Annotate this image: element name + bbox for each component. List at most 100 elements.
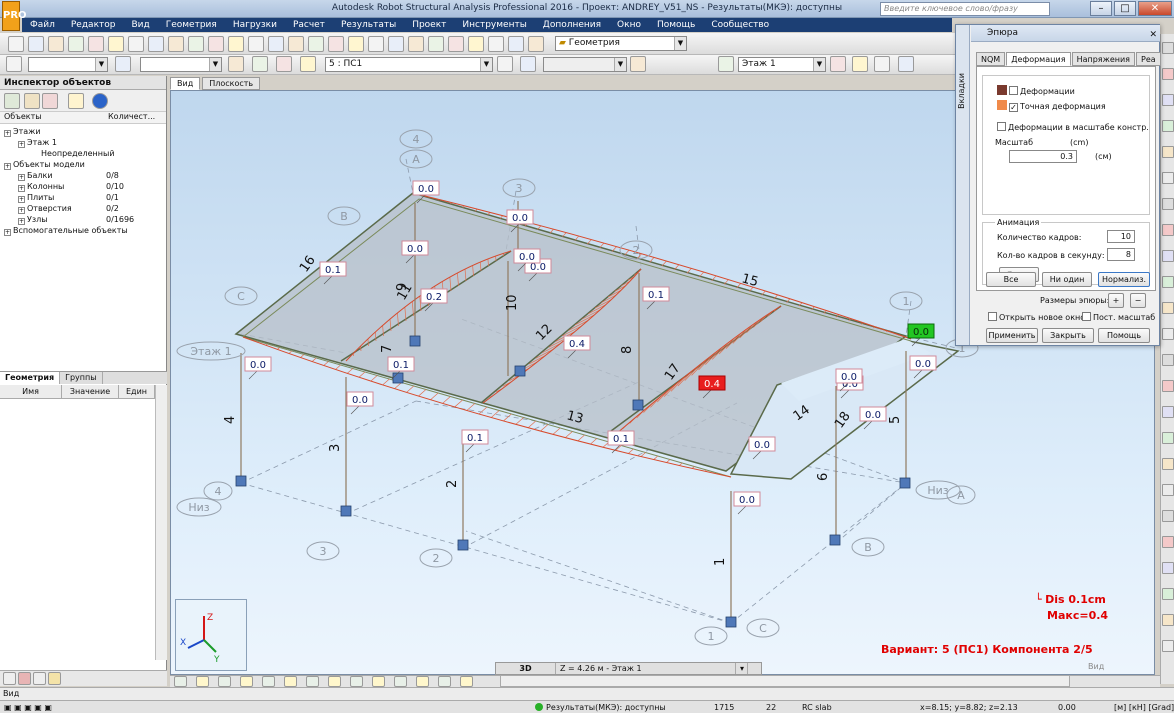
- close-dialog-button[interactable]: Закрыть: [1042, 328, 1094, 343]
- const-scale-checkbox[interactable]: [1082, 312, 1091, 321]
- filter-icon[interactable]: [4, 93, 20, 109]
- menu-item[interactable]: Проект: [404, 18, 454, 32]
- clear-filter-icon[interactable]: [42, 93, 58, 109]
- tree-item[interactable]: + Плиты 0/1: [0, 192, 166, 203]
- tab-reactions[interactable]: Реа: [1136, 52, 1161, 66]
- toolbar-button-icon[interactable]: [718, 56, 734, 72]
- toolbar-button-icon[interactable]: [348, 36, 364, 52]
- fps-input[interactable]: 8: [1107, 248, 1135, 261]
- tool-icon[interactable]: [1162, 146, 1174, 158]
- toolbar-button-icon[interactable]: [308, 36, 324, 52]
- toolbar-button-icon[interactable]: [630, 56, 646, 72]
- chevron-down-icon[interactable]: ▼: [95, 58, 107, 71]
- tool-icon[interactable]: [1162, 354, 1174, 366]
- toolbar-button-icon[interactable]: [852, 56, 868, 72]
- toolbar-button-icon[interactable]: [228, 56, 244, 72]
- tab-stresses[interactable]: Напряжения: [1071, 52, 1135, 66]
- toolbar-button-icon[interactable]: [88, 36, 104, 52]
- deformation-checkbox[interactable]: [1009, 86, 1018, 95]
- exact-deformation-checkbox[interactable]: ✓: [1009, 103, 1018, 112]
- menu-item[interactable]: Сообщество: [703, 18, 777, 32]
- value-label[interactable]: 0.0: [859, 406, 887, 430]
- toolbar-button-icon[interactable]: [148, 36, 164, 52]
- tree-item[interactable]: + Этажи: [0, 126, 166, 137]
- tab-plane[interactable]: Плоскость: [202, 77, 261, 90]
- chevron-down-icon[interactable]: ▼: [209, 58, 221, 71]
- expand-icon[interactable]: +: [4, 130, 11, 137]
- frames-input[interactable]: 10: [1107, 230, 1135, 243]
- menu-item[interactable]: Дополнения: [535, 18, 609, 32]
- tool-icon[interactable]: [1162, 94, 1174, 106]
- horizontal-scrollbar[interactable]: [500, 675, 1070, 687]
- menu-item[interactable]: Помощь: [649, 18, 703, 32]
- view-tool-icon[interactable]: [350, 676, 363, 687]
- toolbar-button-icon[interactable]: [328, 36, 344, 52]
- tree-item[interactable]: + Балки 0/8: [0, 170, 166, 181]
- tool-icon[interactable]: [1162, 614, 1174, 626]
- tree-item[interactable]: + Узлы 0/1696: [0, 214, 166, 225]
- all-button[interactable]: Все: [986, 272, 1036, 287]
- toolbar-button-icon[interactable]: [898, 56, 914, 72]
- view-tool-icon[interactable]: [372, 676, 385, 687]
- apply-button[interactable]: Применить: [986, 328, 1038, 343]
- maximize-button[interactable]: □: [1114, 1, 1136, 16]
- toolbar-button-icon[interactable]: [428, 36, 444, 52]
- value-label[interactable]: 0.0: [244, 356, 272, 380]
- color-swatch[interactable]: [997, 100, 1007, 110]
- toolbar-button-icon[interactable]: [252, 56, 268, 72]
- tool-icon[interactable]: [1162, 406, 1174, 418]
- chevron-down-icon[interactable]: ▼: [813, 58, 825, 71]
- color-swatch[interactable]: [997, 85, 1007, 95]
- tool-icon[interactable]: [1162, 458, 1174, 470]
- load-case-combo[interactable]: 5 : ПС1 ▼: [325, 57, 493, 72]
- toolbar-button-icon[interactable]: [520, 56, 536, 72]
- tool-icon[interactable]: [1162, 562, 1174, 574]
- view-mode[interactable]: 3D: [496, 663, 556, 674]
- toolbar-button-icon[interactable]: [248, 36, 264, 52]
- toolbar-button-icon[interactable]: [115, 56, 131, 72]
- expand-icon[interactable]: +: [18, 185, 25, 192]
- menu-item[interactable]: Результаты: [333, 18, 404, 32]
- toolbar-button-icon[interactable]: [268, 36, 284, 52]
- close-icon[interactable]: ✕: [1149, 27, 1157, 43]
- view-tool-icon[interactable]: [240, 676, 253, 687]
- normalize-button[interactable]: Нормализ.: [1098, 272, 1150, 287]
- expand-icon[interactable]: +: [4, 163, 11, 170]
- app-logo[interactable]: PRO: [2, 1, 27, 31]
- view-tool-icon[interactable]: [438, 676, 451, 687]
- toolbar-button-icon[interactable]: [300, 56, 316, 72]
- toolbar-button-icon[interactable]: [188, 36, 204, 52]
- tree-item[interactable]: + Колонны 0/10: [0, 181, 166, 192]
- expand-icon[interactable]: +: [18, 218, 25, 225]
- tool-icon[interactable]: [1162, 42, 1174, 54]
- tabs-sidebar[interactable]: Вкладки: [956, 25, 970, 345]
- tool-icon[interactable]: [1162, 276, 1174, 288]
- chevron-down-icon[interactable]: ▼: [480, 58, 492, 71]
- tab-geometry[interactable]: Геометрия: [0, 372, 61, 384]
- tree-item[interactable]: + Вспомогательные объекты: [0, 225, 166, 236]
- properties-scrollbar[interactable]: [155, 385, 167, 660]
- tree-item[interactable]: + Отверстия 0/2: [0, 203, 166, 214]
- menu-item[interactable]: Расчет: [285, 18, 333, 32]
- scale-input[interactable]: 0.3: [1009, 150, 1077, 163]
- menu-item[interactable]: Редактор: [63, 18, 124, 32]
- funnel-icon[interactable]: [24, 93, 40, 109]
- toolbar-button-icon[interactable]: [48, 36, 64, 52]
- tab-groups[interactable]: Группы: [60, 372, 103, 384]
- view-tool-icon[interactable]: [394, 676, 407, 687]
- units[interactable]: [м] [кН] [Grad]: [1114, 702, 1174, 713]
- value-label[interactable]: 0.1: [461, 429, 489, 453]
- toolbar-button-icon[interactable]: [8, 36, 24, 52]
- tree-item[interactable]: Неопределенный: [0, 148, 166, 159]
- tree-item[interactable]: + Этаж 1: [0, 137, 166, 148]
- tool-icon[interactable]: [1162, 510, 1174, 522]
- help-icon[interactable]: [92, 93, 108, 109]
- size-decrease-button[interactable]: −: [1130, 293, 1146, 308]
- view-tool-icon[interactable]: [196, 676, 209, 687]
- toolbar-button-icon[interactable]: [128, 36, 144, 52]
- tool-icon[interactable]: [1162, 484, 1174, 496]
- expand-icon[interactable]: +: [4, 229, 11, 236]
- menu-item[interactable]: Окно: [609, 18, 649, 32]
- value-label[interactable]: 0.0: [346, 391, 374, 415]
- chevron-down-icon[interactable]: ▾: [736, 663, 748, 674]
